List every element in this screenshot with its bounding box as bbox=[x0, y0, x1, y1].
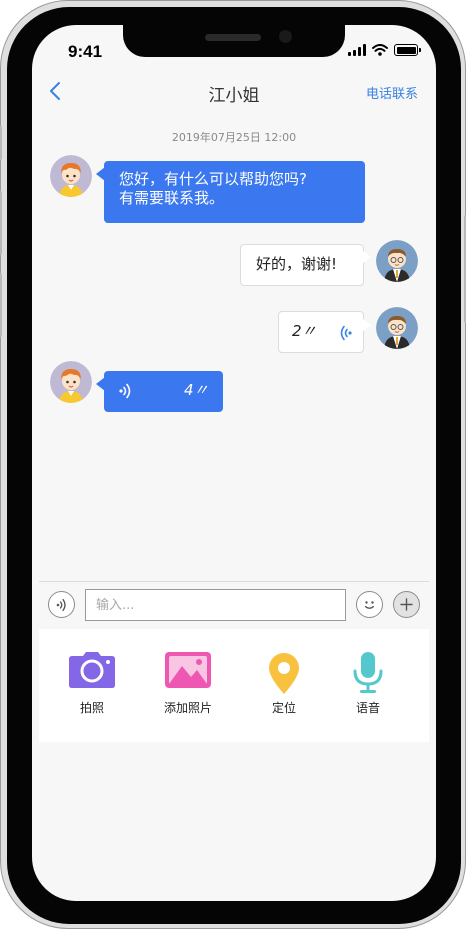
status-time: 9:41 bbox=[68, 42, 103, 61]
my-avatar bbox=[376, 307, 418, 349]
voice-duration: 2〃 bbox=[292, 322, 317, 340]
tool-label: 拍照 bbox=[79, 701, 104, 715]
volume-up-button bbox=[0, 191, 2, 255]
location-pin-icon bbox=[269, 653, 299, 694]
contact-avatar bbox=[50, 361, 92, 403]
voice-wave-icon bbox=[56, 598, 66, 612]
more-options-button[interactable] bbox=[393, 591, 420, 618]
phone-frame: 9:41 江小姐 电话联系 2019年07月25日 12:00 您好，有什么可以… bbox=[0, 0, 466, 929]
voice-wave-icon bbox=[340, 325, 352, 341]
outgoing-message-bubble[interactable]: 好的，谢谢! bbox=[240, 244, 364, 286]
message-timestamp: 2019年07月25日 12:00 bbox=[171, 131, 297, 144]
volume-down-button bbox=[0, 273, 2, 337]
tool-label: 语音 bbox=[355, 701, 380, 715]
speaker-grille bbox=[205, 34, 261, 41]
bubble-tail bbox=[363, 319, 371, 331]
incoming-message-bubble[interactable]: 您好，有什么可以帮助您吗? 有需要联系我。 bbox=[104, 161, 365, 223]
add-photo-button[interactable]: 添加照片 bbox=[153, 651, 223, 716]
location-button[interactable]: 定位 bbox=[249, 651, 319, 716]
phone-screen: 9:41 江小姐 电话联系 2019年07月25日 12:00 您好，有什么可以… bbox=[32, 25, 436, 901]
message-input[interactable] bbox=[85, 589, 346, 621]
message-text-line: 有需要联系我。 bbox=[119, 189, 225, 207]
outgoing-voice-message[interactable]: 2〃 bbox=[278, 311, 364, 353]
incoming-voice-message[interactable]: 4〃 bbox=[104, 371, 223, 412]
call-contact-button[interactable]: 电话联系 bbox=[366, 83, 418, 102]
attachment-tools-panel: 拍照 添加照片 定位 语音 bbox=[39, 629, 429, 742]
notch bbox=[123, 25, 345, 57]
voice-input-button[interactable] bbox=[48, 591, 75, 618]
plus-icon bbox=[400, 598, 413, 611]
front-camera bbox=[279, 30, 292, 43]
image-icon bbox=[165, 652, 211, 688]
message-text-line: 您好，有什么可以帮助您吗? bbox=[119, 170, 307, 188]
bubble-tail bbox=[363, 251, 371, 263]
my-avatar bbox=[376, 240, 418, 282]
smiley-icon bbox=[364, 601, 375, 609]
nav-bar: 江小姐 电话联系 bbox=[32, 75, 436, 107]
emoji-button[interactable] bbox=[356, 591, 383, 618]
voice-duration: 4〃 bbox=[184, 381, 209, 399]
status-icons bbox=[348, 44, 421, 56]
camera-icon bbox=[69, 652, 115, 688]
tool-label: 定位 bbox=[271, 701, 296, 715]
wifi-icon bbox=[372, 44, 388, 56]
voice-tool-button[interactable]: 语音 bbox=[333, 651, 403, 716]
microphone-icon bbox=[353, 652, 383, 693]
voice-wave-icon bbox=[119, 383, 131, 399]
contact-avatar bbox=[50, 155, 92, 197]
battery-icon bbox=[394, 44, 421, 56]
message-composer bbox=[39, 581, 429, 630]
message-text: 好的，谢谢! bbox=[256, 255, 338, 273]
tool-label: 添加照片 bbox=[163, 701, 212, 715]
bubble-tail bbox=[96, 377, 105, 391]
bubble-tail bbox=[96, 167, 105, 181]
mute-switch bbox=[0, 126, 2, 160]
cellular-signal-icon bbox=[348, 44, 366, 56]
take-photo-button[interactable]: 拍照 bbox=[57, 651, 127, 716]
